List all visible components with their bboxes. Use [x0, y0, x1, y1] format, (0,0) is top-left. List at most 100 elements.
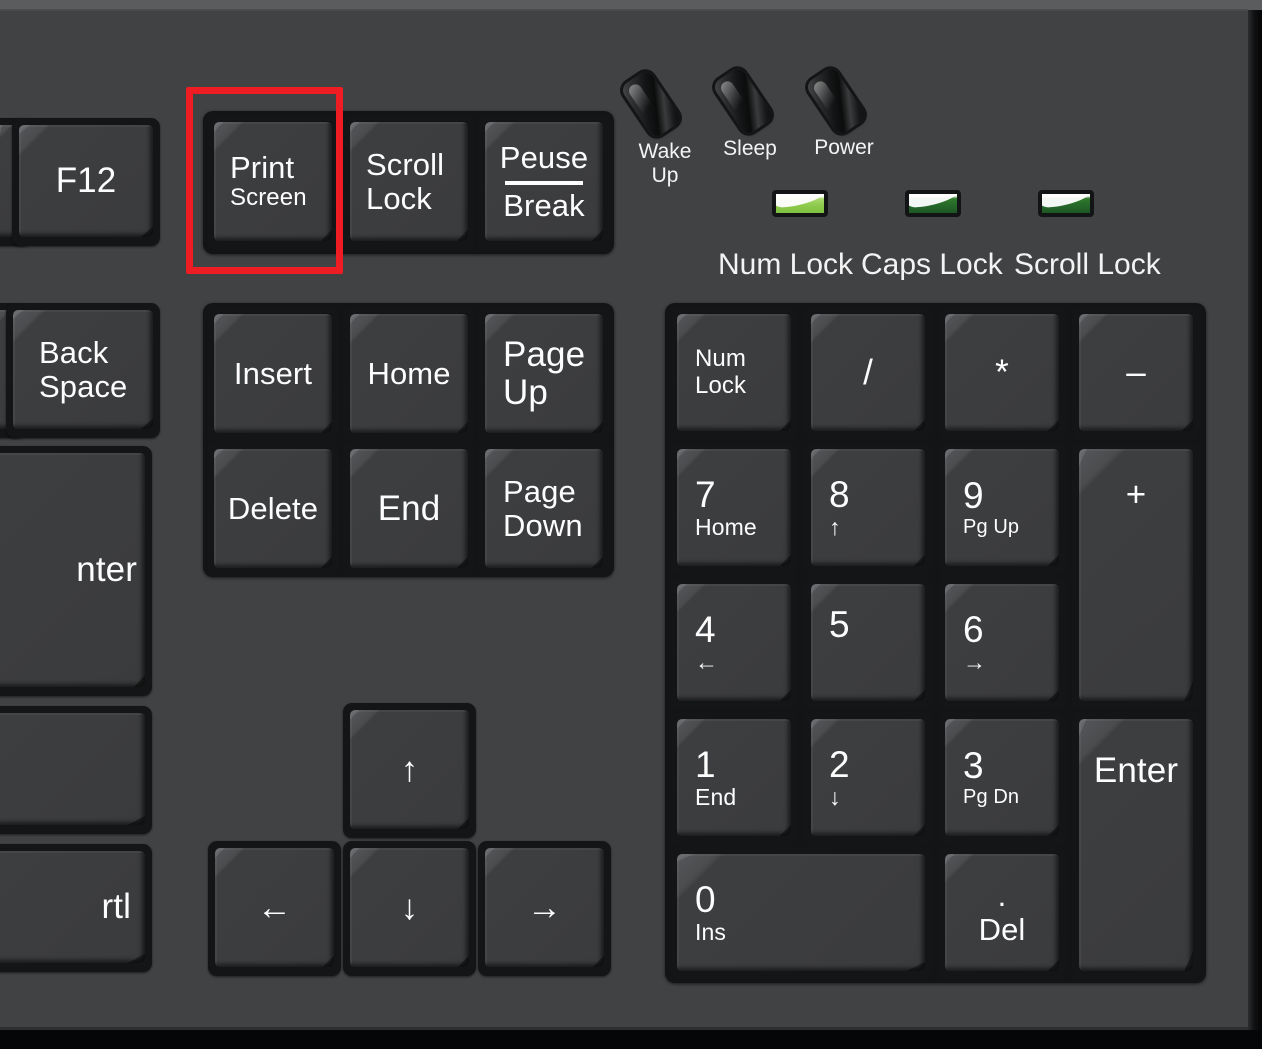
- power-label: Power: [814, 136, 874, 159]
- key-numpad-1[interactable]: 1 End: [670, 712, 798, 845]
- key-numpad-9[interactable]: 9 Pg Up: [938, 442, 1066, 575]
- keycap: 4 ←: [677, 584, 791, 701]
- num-lock-led-label: Num Lock: [718, 248, 854, 281]
- key-label-line1: 6: [963, 608, 984, 650]
- key-label-line1: Num: [695, 345, 746, 373]
- arrow-left-icon: ←: [256, 887, 293, 927]
- key-arrow-right[interactable]: →: [478, 841, 611, 976]
- key-page-down[interactable]: Page Down: [478, 442, 610, 577]
- key-scroll-lock[interactable]: Scroll Lock: [343, 115, 475, 250]
- key-label-line2: Space: [39, 368, 128, 404]
- keycap: Delete: [214, 449, 332, 568]
- key-numpad-numlock[interactable]: Num Lock: [670, 307, 798, 440]
- key-label-line1: 7: [695, 473, 716, 515]
- key-label-line1: 2: [829, 743, 850, 785]
- key-arrow-up[interactable]: ↑: [343, 703, 476, 838]
- key-label-line1: 8: [829, 473, 850, 515]
- keycap: F12: [19, 125, 153, 237]
- wake-up-button[interactable]: [619, 68, 683, 140]
- keycap: nter: [0, 453, 145, 687]
- key-shift-partial[interactable]: [0, 706, 152, 834]
- key-f12[interactable]: F12: [12, 118, 160, 246]
- key-numpad-plus[interactable]: +: [1072, 442, 1200, 710]
- arrow-right-icon: →: [963, 648, 987, 675]
- key-delete[interactable]: Delete: [207, 442, 339, 577]
- key-numpad-minus[interactable]: –: [1072, 307, 1200, 440]
- arrow-up-icon: ↑: [829, 513, 841, 540]
- keycap: Back Space: [13, 310, 153, 429]
- keyboard-right-bezel: [1248, 9, 1262, 1030]
- key-label-line2: Up: [503, 372, 548, 412]
- pause-break-divider: [505, 180, 583, 185]
- keyboard-right-bezel-top: [1248, 0, 1262, 10]
- key-label-line2: Pg Up: [963, 516, 1020, 539]
- keycap: Insert: [214, 314, 332, 433]
- scroll-lock-led: [1038, 190, 1094, 217]
- keycap: Scroll Lock: [350, 122, 468, 241]
- key-arrow-left[interactable]: ←: [208, 841, 341, 976]
- key-enter-partial[interactable]: nter: [0, 446, 152, 696]
- sleep-button[interactable]: [711, 65, 775, 137]
- key-backspace[interactable]: Back Space: [6, 303, 160, 438]
- key-label: rtl: [101, 887, 131, 927]
- key-numpad-3[interactable]: 3 Pg Dn: [938, 712, 1066, 845]
- scroll-lock-led-label: Scroll Lock: [1014, 248, 1161, 281]
- keycap: 2 ↓: [811, 719, 925, 836]
- keycap: Enter: [1079, 719, 1193, 971]
- key-numpad-divide[interactable]: /: [804, 307, 932, 440]
- key-label-line1: Peuse: [499, 139, 589, 175]
- key-numpad-6[interactable]: 6 →: [938, 577, 1066, 710]
- arrow-down-icon: ↓: [829, 783, 841, 810]
- keycap: /: [811, 314, 925, 431]
- key-label: Insert: [233, 355, 313, 391]
- key-label: /: [863, 352, 873, 392]
- keycap: 1 End: [677, 719, 791, 836]
- key-numpad-enter[interactable]: Enter: [1072, 712, 1200, 980]
- key-insert[interactable]: Insert: [207, 307, 339, 442]
- key-numpad-2[interactable]: 2 ↓: [804, 712, 932, 845]
- keycap: *: [945, 314, 1059, 431]
- key-label: +: [1125, 475, 1147, 514]
- key-pause-break[interactable]: Peuse Break: [478, 115, 610, 250]
- keycap: Peuse Break: [485, 122, 603, 241]
- keycap: Print Screen: [214, 122, 332, 241]
- keycap: ↑: [350, 710, 469, 829]
- key-numpad-0[interactable]: 0 Ins: [670, 847, 932, 980]
- key-label-line2: Lock: [366, 180, 432, 216]
- arrow-down-icon: ↓: [400, 887, 419, 927]
- key-ctrl-partial[interactable]: rtl: [0, 844, 152, 972]
- key-numpad-decimal[interactable]: . Del: [938, 847, 1066, 980]
- key-page-up[interactable]: Page Up: [478, 307, 610, 442]
- keycap: Page Down: [485, 449, 603, 568]
- key-numpad-8[interactable]: 8 ↑: [804, 442, 932, 575]
- arrow-up-icon: ↑: [400, 749, 419, 789]
- key-label-line1: 9: [963, 475, 984, 517]
- key-numpad-4[interactable]: 4 ←: [670, 577, 798, 710]
- keycap: End: [350, 449, 468, 568]
- key-numpad-5[interactable]: 5: [804, 577, 932, 710]
- key-label-line1: Page: [503, 334, 586, 374]
- key-label: Enter: [1093, 751, 1179, 790]
- key-label: F12: [55, 161, 117, 201]
- key-arrow-down[interactable]: ↓: [343, 841, 476, 976]
- num-lock-led: [772, 190, 828, 217]
- caps-lock-led: [905, 190, 961, 217]
- key-label-line2: Break: [503, 187, 585, 223]
- keycap: 0 Ins: [677, 854, 925, 971]
- key-label: Home: [367, 355, 451, 391]
- keycap: –: [1079, 314, 1193, 431]
- key-numpad-multiply[interactable]: *: [938, 307, 1066, 440]
- key-label: –: [1126, 352, 1146, 392]
- key-numpad-7[interactable]: 7 Home: [670, 442, 798, 575]
- key-label-line1: 1: [695, 743, 716, 785]
- key-end[interactable]: End: [343, 442, 475, 577]
- key-print-screen[interactable]: Print Screen: [207, 115, 339, 250]
- power-button[interactable]: [804, 65, 868, 137]
- key-home[interactable]: Home: [343, 307, 475, 442]
- key-label: Delete: [227, 490, 319, 526]
- sleep-label: Sleep: [723, 137, 777, 160]
- keycap: Num Lock: [677, 314, 791, 431]
- keycap: +: [1079, 449, 1193, 701]
- key-label-line1: 5: [829, 604, 850, 645]
- keycap: →: [485, 848, 604, 967]
